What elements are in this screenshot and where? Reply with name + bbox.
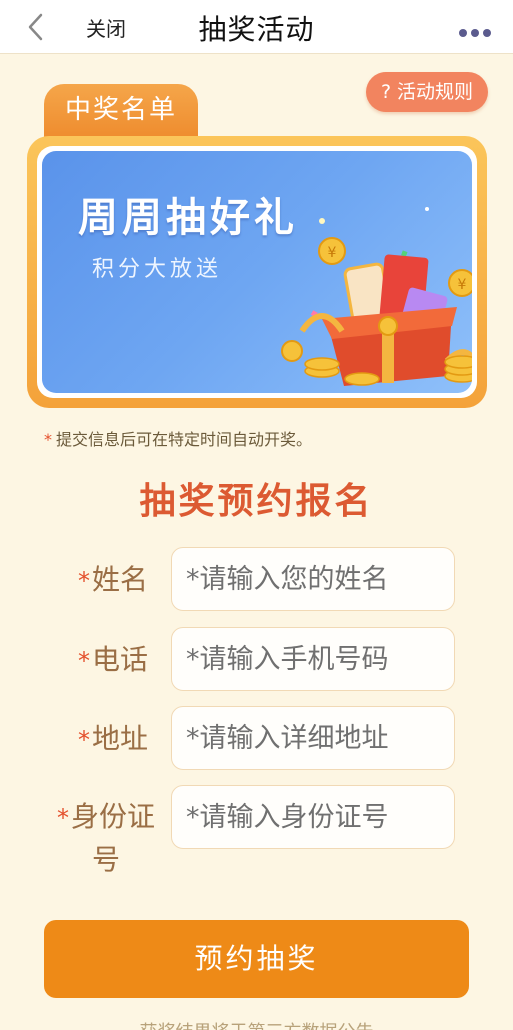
svg-text:¥: ¥ xyxy=(328,245,337,261)
address-field-label: *地址 xyxy=(77,722,148,755)
form-section-title: 抽奖预约报名 xyxy=(139,481,374,522)
reserve-draw-button[interactable]: 预约抽奖 xyxy=(44,920,469,998)
winners-list-tab[interactable]: 中奖名单 xyxy=(44,84,198,142)
gift-box-illustration: ¥ ¥ xyxy=(281,207,472,386)
address-input[interactable] xyxy=(171,706,455,770)
info-note: * 提交信息后可在特定时间自动开奖。 xyxy=(44,426,312,450)
name-input[interactable] xyxy=(171,547,455,611)
top-navbar: 关闭 抽奖活动 xyxy=(0,0,513,54)
promo-banner: 周周抽好礼 积分大放送 ¥ ¥ xyxy=(42,151,472,393)
phone-input[interactable] xyxy=(171,627,455,691)
page-title: 抽奖活动 xyxy=(198,13,315,46)
id-number-field-label: *身份证号 xyxy=(56,800,155,876)
note-text: 提交信息后可在特定时间自动开奖。 xyxy=(56,430,313,449)
banner-subtitle: 积分大放送 xyxy=(92,257,223,282)
coin-icon: ¥ xyxy=(318,237,346,265)
footer-text: 获奖结果将于第三方数据公告 xyxy=(0,1018,513,1030)
id-number-input[interactable] xyxy=(171,785,455,849)
banner-frame: 周周抽好礼 积分大放送 ¥ ¥ xyxy=(27,136,487,408)
svg-text:¥: ¥ xyxy=(458,277,467,293)
name-field-label: *姓名 xyxy=(77,563,148,596)
activity-rules-button[interactable]: ? 活动规则 xyxy=(366,72,488,112)
required-star: * xyxy=(44,430,52,449)
more-options-icon[interactable] xyxy=(459,22,495,37)
phone-field-label: *电话 xyxy=(77,643,148,676)
